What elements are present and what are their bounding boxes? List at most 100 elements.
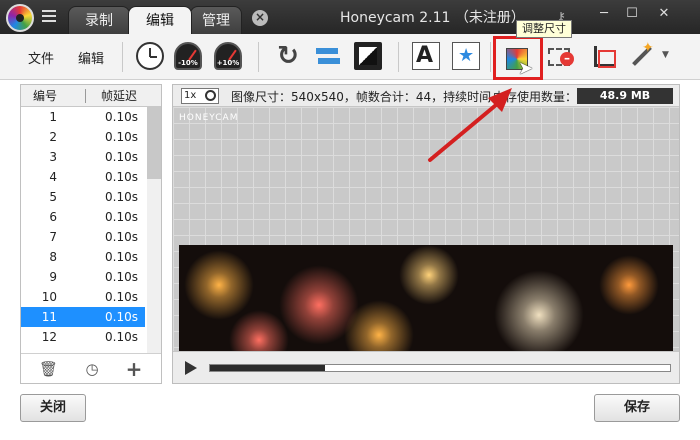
progress-slider[interactable]: [209, 364, 671, 372]
text-icon[interactable]: A: [412, 42, 440, 70]
frame-row[interactable]: 1 0.10s: [21, 107, 145, 127]
mouse-cursor-icon: ➤: [518, 58, 534, 79]
crop-icon[interactable]: [590, 42, 618, 70]
speed-down-label: -10%: [178, 59, 198, 67]
frame-list-header: 编号 帧延迟: [21, 85, 161, 107]
flip-icon[interactable]: [314, 42, 342, 70]
tooltip: 调整尺寸: [516, 20, 572, 38]
app-logo-icon[interactable]: [6, 4, 34, 32]
progress-fill: [210, 365, 325, 371]
zoom-selector[interactable]: 1x: [181, 88, 219, 104]
title-bar: 录制 管理 编辑 × Honeycam 2.11 （未注册） ⚷ ─ ☐ ✕: [0, 0, 700, 34]
magic-wand-icon[interactable]: [628, 40, 656, 70]
frame-remove-icon[interactable]: [548, 42, 576, 70]
preview-panel: 1x 图像尺寸：540x540，帧数合计：44，持续时间 内存使用数量： 48.…: [172, 84, 680, 384]
frame-row[interactable]: 11 0.10s: [21, 307, 145, 327]
tab-manage[interactable]: 管理: [190, 6, 242, 34]
frame-number: 8: [49, 250, 57, 264]
zoom-level: 1x: [184, 90, 197, 101]
fireworks-image: [179, 245, 673, 351]
speed-up-label: +10%: [216, 59, 240, 67]
frame-delay: 0.10s: [105, 270, 138, 284]
frame-row[interactable]: 3 0.10s: [21, 147, 145, 167]
frame-number: 9: [49, 270, 57, 284]
frame-delay: 0.10s: [105, 170, 138, 184]
tab-close-icon[interactable]: ×: [252, 10, 268, 26]
minimize-button[interactable]: ─: [592, 4, 616, 24]
frame-delay: 0.10s: [105, 110, 138, 124]
column-divider: [85, 89, 86, 103]
frame-number: 12: [41, 330, 57, 344]
zoom-icon[interactable]: [205, 90, 216, 101]
menu-icon[interactable]: [42, 10, 56, 22]
frame-number: 4: [49, 170, 57, 184]
save-button[interactable]: 保存: [594, 394, 680, 422]
frame-list-scrollbar[interactable]: [147, 107, 161, 353]
toolbar-divider: [258, 42, 259, 72]
frame-number: 7: [49, 230, 57, 244]
frame-delay: 0.10s: [105, 310, 138, 324]
frame-row[interactable]: 6 0.10s: [21, 207, 145, 227]
frame-number: 2: [49, 130, 57, 144]
frame-delay: 0.10s: [105, 250, 138, 264]
frame-number: 3: [49, 150, 57, 164]
frame-delay: 0.10s: [105, 230, 138, 244]
toolbar-divider: [122, 42, 123, 72]
frame-number: 11: [41, 310, 57, 324]
frame-row[interactable]: 10 0.10s: [21, 287, 145, 307]
play-icon[interactable]: [185, 361, 197, 375]
frame-row[interactable]: 9 0.10s: [21, 267, 145, 287]
trash-icon[interactable]: 🗑: [39, 360, 58, 378]
maximize-button[interactable]: ☐: [620, 4, 644, 24]
file-menu[interactable]: 文件: [28, 48, 54, 67]
image-info: 图像尺寸：540x540，帧数合计：44，持续时间: [231, 90, 492, 104]
firework-burst: [494, 270, 584, 351]
speed-up-icon[interactable]: +10%: [214, 42, 242, 70]
playback-bar: [173, 351, 679, 383]
memory-value: 48.9 MB: [577, 88, 673, 104]
film-icon[interactable]: [354, 42, 382, 70]
scrollbar-thumb[interactable]: [147, 107, 161, 179]
frame-row[interactable]: 8 0.10s: [21, 247, 145, 267]
frame-delay: 0.10s: [105, 190, 138, 204]
memory-label: 内存使用数量：: [493, 90, 578, 104]
frame-row[interactable]: 4 0.10s: [21, 167, 145, 187]
frame-delay: 0.10s: [105, 210, 138, 224]
watermark: HONEYCAM: [179, 113, 239, 123]
app-title: Honeycam 2.11 （未注册）: [340, 10, 525, 26]
image-canvas[interactable]: HONEYCAM: [173, 107, 679, 351]
plus-icon[interactable]: +: [125, 359, 143, 379]
chevron-down-icon[interactable]: ▼: [662, 50, 669, 60]
frame-row[interactable]: 7 0.10s: [21, 227, 145, 247]
frame-delay: 0.10s: [105, 290, 138, 304]
frame-number: 1: [49, 110, 57, 124]
speed-down-icon[interactable]: -10%: [174, 42, 202, 70]
frame-delay: 0.10s: [105, 330, 138, 344]
frame-rows: 1 0.10s 2 0.10s 3 0.10s 4 0.10s 5 0.10s 6 0.10s 7 0.1…: [21, 107, 145, 353]
sticker-icon[interactable]: [452, 42, 480, 70]
tab-record[interactable]: 录制: [68, 6, 130, 34]
column-header-delay[interactable]: 帧延迟: [101, 85, 137, 107]
toolbar-divider: [490, 42, 491, 72]
edit-menu[interactable]: 编辑: [78, 48, 104, 67]
column-header-number[interactable]: 编号: [33, 85, 57, 107]
frame-row[interactable]: 12 0.10s: [21, 327, 145, 347]
close-button[interactable]: 关闭: [20, 394, 86, 422]
clock-icon[interactable]: ◷: [83, 360, 101, 378]
firework-burst: [399, 245, 459, 305]
rotate-icon[interactable]: ↻: [274, 42, 302, 70]
frame-delay: 0.10s: [105, 150, 138, 164]
frame-row[interactable]: 2 0.10s: [21, 127, 145, 147]
firework-burst: [599, 255, 659, 315]
frame-number: 10: [41, 290, 57, 304]
frame-list-actions: 🗑 ◷ +: [21, 353, 161, 383]
toolbar-divider: [398, 42, 399, 72]
info-bar: 1x 图像尺寸：540x540，帧数合计：44，持续时间 内存使用数量： 48.…: [173, 85, 679, 107]
frame-row[interactable]: 5 0.10s: [21, 187, 145, 207]
clock-icon[interactable]: [136, 42, 164, 70]
frame-number: 6: [49, 210, 57, 224]
tab-edit[interactable]: 编辑: [128, 6, 192, 34]
close-window-button[interactable]: ✕: [652, 4, 676, 24]
frame-number: 5: [49, 190, 57, 204]
frame-list-panel: 编号 帧延迟 1 0.10s 2 0.10s 3 0.10s 4 0.10s 5 0.10s 6 0.…: [20, 84, 162, 384]
